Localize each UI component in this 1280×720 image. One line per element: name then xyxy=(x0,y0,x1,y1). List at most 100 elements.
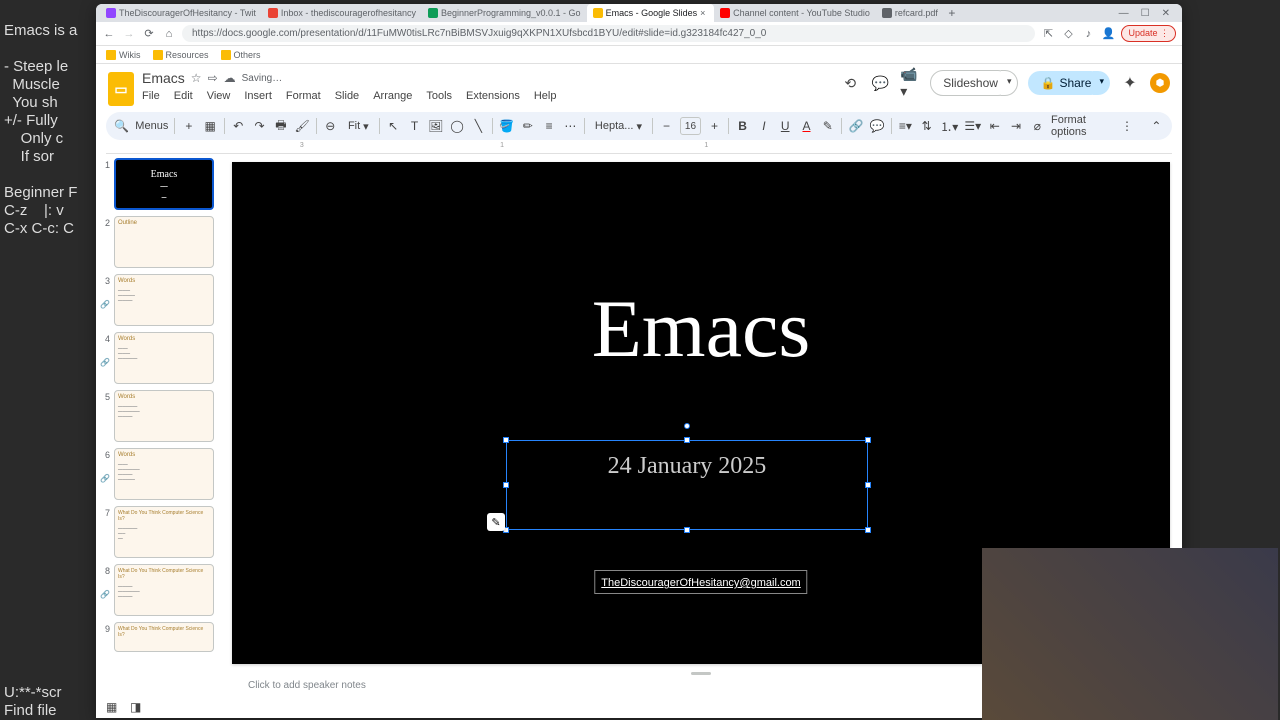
minimize-icon[interactable]: — xyxy=(1119,8,1129,19)
more-icon[interactable]: ⋮ xyxy=(1119,117,1134,135)
smart-chip-icon[interactable]: ✎ xyxy=(487,513,505,531)
slide-thumbnail-7[interactable]: What Do You Think Computer Science Is?━━… xyxy=(114,506,214,558)
text-color-icon[interactable]: A xyxy=(799,117,814,135)
bookmark-resources[interactable]: Resources xyxy=(153,50,209,60)
textbox-icon[interactable]: T xyxy=(407,117,422,135)
resize-handle[interactable] xyxy=(503,482,509,488)
tab-drive[interactable]: BeginnerProgramming_v0.0.1 - Go xyxy=(422,4,587,22)
grid-view-icon[interactable]: ▦ xyxy=(106,700,122,716)
open-external-icon[interactable]: ⇱ xyxy=(1041,27,1055,41)
format-options-button[interactable]: Format options xyxy=(1051,114,1113,138)
resize-handle[interactable] xyxy=(503,437,509,443)
star-icon[interactable]: ☆ xyxy=(191,71,202,85)
fill-color-icon[interactable]: 🪣 xyxy=(499,117,514,135)
template-icon[interactable]: ▦ xyxy=(202,117,217,135)
menu-arrange[interactable]: Arrange xyxy=(373,90,412,102)
slideshow-button[interactable]: Slideshow xyxy=(930,70,1011,96)
line-spacing-icon[interactable]: ⇅ xyxy=(919,117,934,135)
collapse-toolbar-icon[interactable]: ⌃ xyxy=(1149,117,1164,135)
cursor-icon[interactable]: ↖ xyxy=(386,117,401,135)
slide-thumbnail-6[interactable]: Words━━━━━━━━━━━━━━━━━━━━━━━━━━ xyxy=(114,448,214,500)
slide-thumbnail-2[interactable]: Outline xyxy=(114,216,214,268)
resize-handle[interactable] xyxy=(684,437,690,443)
slide-thumbnail-3[interactable]: Words━━━━━━━━━━━━━━━━━━ xyxy=(114,274,214,326)
rotate-handle[interactable] xyxy=(684,423,690,429)
comments-icon[interactable]: 💬 xyxy=(870,73,890,93)
line-icon[interactable]: ╲ xyxy=(471,117,486,135)
maximize-icon[interactable]: ☐ xyxy=(1141,8,1150,19)
selected-textbox[interactable]: ✎ 24 January 2025 xyxy=(506,440,868,530)
border-dash-icon[interactable]: ⋯ xyxy=(563,117,578,135)
slide-thumbnail-4[interactable]: Words━━━━━━━━━━━━━━━━━ xyxy=(114,332,214,384)
menu-edit[interactable]: Edit xyxy=(174,90,193,102)
bulleted-list-icon[interactable]: ☰▾ xyxy=(964,117,981,135)
move-icon[interactable]: ⇨ xyxy=(208,71,218,85)
menu-help[interactable]: Help xyxy=(534,90,557,102)
slide-thumbnail-8[interactable]: What Do You Think Computer Science Is?━━… xyxy=(114,564,214,616)
meet-icon[interactable]: 📹▾ xyxy=(900,73,920,93)
menu-insert[interactable]: Insert xyxy=(244,90,272,102)
music-icon[interactable]: ♪ xyxy=(1081,27,1095,41)
bookmark-wikis[interactable]: Wikis xyxy=(106,50,141,60)
tab-slides-active[interactable]: Emacs - Google Slides× xyxy=(587,4,715,22)
border-weight-icon[interactable]: ≡ xyxy=(541,117,556,135)
gemini-icon[interactable]: ✦ xyxy=(1120,73,1140,93)
zoom-out-icon[interactable]: ⊖ xyxy=(323,117,338,135)
border-color-icon[interactable]: ✏ xyxy=(520,117,535,135)
menu-extensions[interactable]: Extensions xyxy=(466,90,520,102)
slides-logo-icon[interactable]: ▭ xyxy=(108,72,134,106)
print-icon[interactable]: 🖶 xyxy=(273,117,288,135)
menu-format[interactable]: Format xyxy=(286,90,321,102)
resize-handle[interactable] xyxy=(865,527,871,533)
tab-youtube[interactable]: Channel content - YouTube Studio xyxy=(714,4,876,22)
indent-decrease-icon[interactable]: ⇤ xyxy=(987,117,1002,135)
align-icon[interactable]: ≡▾ xyxy=(898,117,913,135)
explore-icon[interactable]: ◨ xyxy=(130,700,146,716)
document-title[interactable]: Emacs xyxy=(142,70,185,86)
url-input[interactable]: https://docs.google.com/presentation/d/1… xyxy=(182,25,1035,42)
link-icon[interactable]: 🔗 xyxy=(848,117,863,135)
tab-pdf[interactable]: refcard.pdf xyxy=(876,4,944,22)
menu-slide[interactable]: Slide xyxy=(335,90,359,102)
email-link[interactable]: TheDiscouragerOfHesitancy@gmail.com xyxy=(601,577,800,589)
account-icon[interactable]: ⬢ xyxy=(1150,73,1170,93)
clear-format-icon[interactable]: ⌀ xyxy=(1030,117,1045,135)
slide-thumbnail-9[interactable]: What Do You Think Computer Science Is? xyxy=(114,622,214,652)
menu-tools[interactable]: Tools xyxy=(426,90,452,102)
profile-icon[interactable]: 👤 xyxy=(1101,27,1115,41)
menu-view[interactable]: View xyxy=(207,90,231,102)
slide-filmstrip[interactable]: 1 Emacs ━━━ ━━ 2 Outline 3🔗 Words━━━━━━━… xyxy=(96,154,220,698)
underline-icon[interactable]: U xyxy=(778,117,793,135)
new-slide-icon[interactable]: + xyxy=(181,117,196,135)
reload-icon[interactable]: ⟳ xyxy=(142,27,156,41)
forward-icon[interactable]: → xyxy=(122,27,136,41)
comment-icon[interactable]: 💬 xyxy=(870,117,885,135)
home-icon[interactable]: ⌂ xyxy=(162,27,176,41)
close-window-icon[interactable]: ✕ xyxy=(1162,8,1170,19)
highlight-icon[interactable]: ✎ xyxy=(820,117,835,135)
font-increase-icon[interactable]: + xyxy=(707,117,722,135)
font-size-input[interactable]: 16 xyxy=(680,117,701,135)
search-icon[interactable]: 🔍 xyxy=(114,117,129,135)
font-dropdown[interactable]: Hepta... ▾ xyxy=(591,120,646,133)
share-dropdown[interactable]: ▾ xyxy=(1093,71,1110,95)
update-button[interactable]: Update ⋮ xyxy=(1121,25,1176,42)
bold-icon[interactable]: B xyxy=(735,117,750,135)
shape-icon[interactable]: ◯ xyxy=(449,117,464,135)
image-icon[interactable]: 🖼 xyxy=(428,117,443,135)
slide-title[interactable]: Emacs xyxy=(232,282,1170,376)
cloud-icon[interactable]: ☁ xyxy=(224,71,236,85)
undo-icon[interactable]: ↶ xyxy=(231,117,246,135)
slideshow-dropdown[interactable]: ▾ xyxy=(1001,70,1019,96)
close-icon[interactable]: × xyxy=(700,8,708,18)
italic-icon[interactable]: I xyxy=(756,117,771,135)
email-textbox[interactable]: TheDiscouragerOfHesitancy@gmail.com xyxy=(594,570,807,594)
share-button[interactable]: 🔒Share xyxy=(1028,71,1103,95)
resize-handle[interactable] xyxy=(684,527,690,533)
tab-gmail[interactable]: Inbox - thediscouragerofhesitancy xyxy=(262,4,422,22)
history-icon[interactable]: ⟲ xyxy=(840,73,860,93)
resize-handle[interactable] xyxy=(865,482,871,488)
tab-twitch[interactable]: TheDiscouragerOfHesitancy - Twit xyxy=(100,4,262,22)
extension-icon[interactable]: ◇ xyxy=(1061,27,1075,41)
slide-thumbnail-5[interactable]: Words━━━━━━━━━━━━━━━━━━━━━━━ xyxy=(114,390,214,442)
